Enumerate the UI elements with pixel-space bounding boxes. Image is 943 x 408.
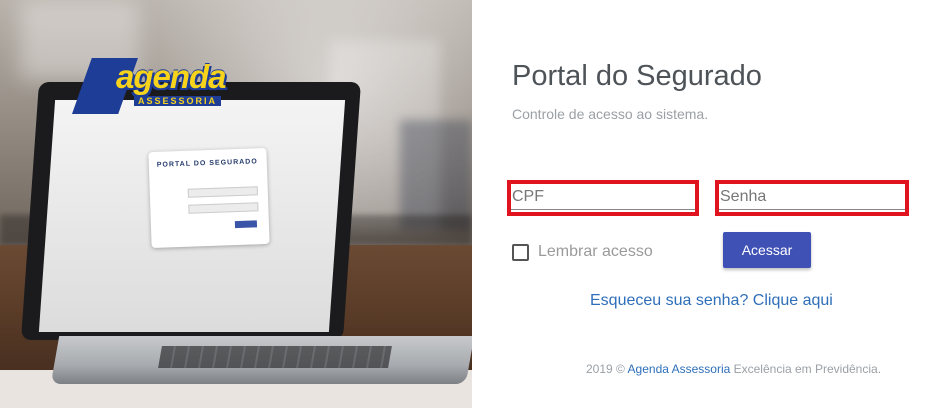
cpf-field-highlight	[507, 180, 699, 216]
password-input[interactable]	[719, 184, 905, 210]
remember-access[interactable]: Lembrar acesso	[512, 243, 653, 261]
logo-subtitle: ASSESSORIA	[134, 96, 222, 106]
mini-field	[188, 202, 259, 214]
remember-label: Lembrar acesso	[538, 243, 653, 260]
forgot-password-link[interactable]: Esqueceu sua senha? Clique aqui	[590, 292, 833, 310]
hero-image: PORTAL DO SEGURADO agenda ASSESSORIA	[0, 0, 472, 408]
mini-login-card: PORTAL DO SEGURADO	[148, 147, 270, 249]
footer-tagline: Excelência em Previdência.	[733, 362, 882, 376]
password-field-highlight	[715, 180, 909, 216]
mini-button	[234, 220, 258, 229]
mini-card-title: PORTAL DO SEGURADO	[156, 158, 258, 169]
footer: 2019 © Agenda Assessoria Excelência em P…	[586, 362, 881, 376]
agenda-logo: agenda ASSESSORIA	[72, 58, 227, 118]
footer-company-link[interactable]: Agenda Assessoria	[628, 362, 731, 376]
cpf-input[interactable]	[511, 184, 695, 210]
logo-word: agenda	[116, 58, 227, 95]
mini-field	[187, 186, 258, 198]
laptop-keyboard	[158, 346, 392, 368]
page-title: Portal do Segurado	[512, 60, 762, 92]
page-subtitle: Controle de acesso ao sistema.	[512, 106, 709, 122]
submit-button[interactable]: Acessar	[723, 232, 811, 268]
footer-copyright: 2019 ©	[586, 362, 625, 376]
remember-checkbox[interactable]	[512, 243, 529, 261]
background-shelf	[400, 120, 472, 230]
